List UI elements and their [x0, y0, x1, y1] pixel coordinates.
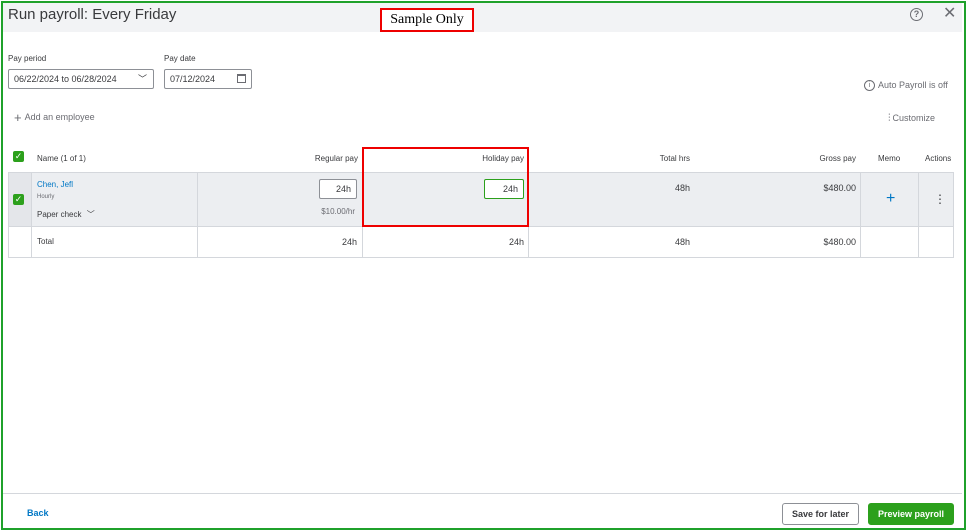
col-actions-header: Actions	[925, 154, 952, 163]
add-employee-label: Add an employee	[24, 111, 95, 122]
page-title: Run payroll: Every Friday	[8, 6, 177, 23]
col-regular-pay-header: Regular pay	[314, 154, 358, 163]
total-holiday-pay: 24h	[508, 237, 524, 247]
help-icon[interactable]: ?	[910, 8, 923, 21]
close-icon[interactable]: ✕	[943, 6, 956, 22]
customize-label: Customize	[892, 113, 936, 123]
more-actions-icon[interactable]: ⋮	[934, 193, 946, 205]
calendar-icon[interactable]	[237, 74, 246, 83]
employee-type: Hourly	[37, 194, 55, 200]
payment-method-label: Paper check	[37, 210, 82, 219]
auto-payroll-status[interactable]: i Auto Payroll is off	[864, 80, 948, 92]
auto-payroll-text: Auto Payroll is off	[878, 80, 948, 90]
pay-period-label: Pay period	[8, 54, 47, 63]
pay-period-value: 06/22/2024 to 06/28/2024	[14, 74, 117, 84]
back-link[interactable]: Back	[27, 508, 49, 518]
col-memo-header: Memo	[878, 154, 901, 163]
pay-rate: $10.00/hr	[321, 207, 355, 216]
row-checkbox[interactable]: ✓	[13, 194, 24, 205]
total-regular-pay: 24h	[341, 237, 357, 247]
plus-icon: +	[14, 110, 22, 125]
sample-watermark: Sample Only	[380, 8, 474, 32]
pay-date-value: 07/12/2024	[170, 74, 216, 84]
pay-period-select[interactable]: 06/22/2024 to 06/28/2024 ﹀	[8, 69, 154, 89]
preview-payroll-button[interactable]: Preview payroll	[868, 503, 954, 525]
pay-date-label: Pay date	[164, 54, 196, 63]
total-gross-pay: $480.00	[823, 237, 856, 247]
total-hrs-value: 48h	[674, 183, 690, 193]
employee-name-link[interactable]: Chen, Jefl	[37, 180, 73, 189]
holiday-pay-highlight	[362, 147, 529, 227]
regular-pay-input[interactable]: 24h	[319, 179, 357, 199]
col-name-header[interactable]: Name (1 of 1)	[37, 148, 86, 172]
gross-pay-value: $480.00	[823, 183, 856, 193]
footer-divider	[3, 493, 962, 494]
info-icon: i	[864, 80, 875, 92]
sliders-icon: ⫶	[888, 113, 891, 124]
col-gross-pay-header: Gross pay	[819, 154, 856, 163]
save-for-later-button[interactable]: Save for later	[782, 503, 859, 525]
chevron-down-icon: ﹀	[137, 74, 147, 84]
payment-method-select[interactable]: Paper check ﹀	[37, 209, 95, 220]
total-label: Total	[37, 237, 54, 246]
pay-date-field[interactable]: 07/12/2024	[164, 69, 252, 89]
add-memo-icon[interactable]: +	[886, 190, 895, 208]
col-total-hrs-header: Total hrs	[659, 154, 690, 163]
add-employee-button[interactable]: + Add an employee	[14, 110, 95, 125]
customize-button[interactable]: ⫶ Customize	[888, 113, 935, 124]
total-hrs-total: 48h	[674, 237, 690, 247]
chevron-down-icon: ﹀	[86, 210, 95, 219]
select-all-checkbox[interactable]: ✓	[13, 151, 24, 162]
